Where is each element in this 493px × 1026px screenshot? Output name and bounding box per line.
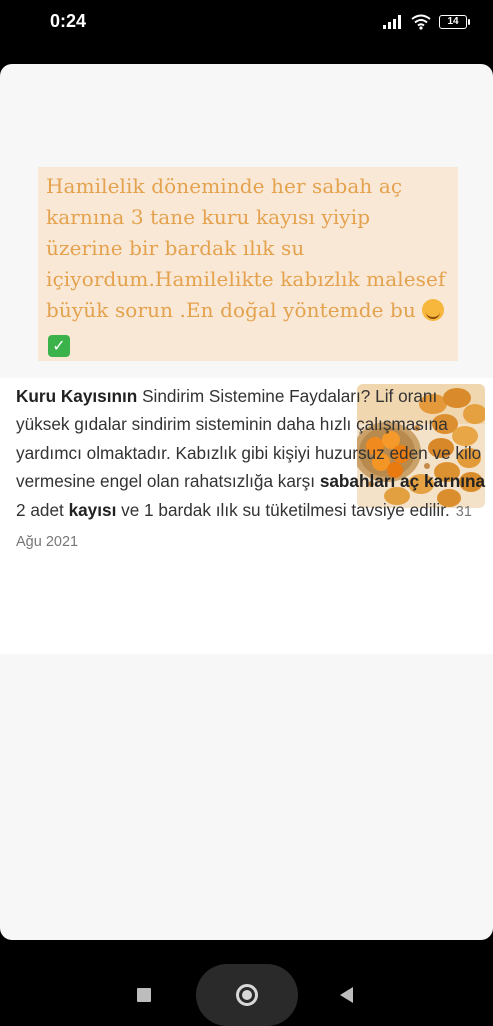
caption-text: Hamilelik döneminde her sabah aç karnına…: [46, 171, 450, 357]
caption-box: Hamilelik döneminde her sabah aç karnına…: [38, 167, 458, 361]
snippet-bold-2: sabahları aç karnına: [319, 471, 486, 492]
battery-level: 14: [447, 16, 459, 27]
snippet-part-3: ve 1 bardak ılık su tüketilmesi tavsiye …: [116, 499, 450, 520]
snippet-bold-3: kayısı: [68, 499, 117, 520]
check-mark-button-icon: ✓: [48, 335, 70, 357]
back-triangle-icon[interactable]: [340, 987, 353, 1003]
status-icons: 14: [383, 12, 470, 32]
status-bar: 0:24 14: [0, 0, 493, 44]
snippet-text: Kuru Kayısının Sindirim Sistemine Faydal…: [16, 382, 486, 556]
recents-square-icon[interactable]: [137, 988, 151, 1002]
home-circle-icon: [236, 984, 258, 1006]
story-card[interactable]: Hamilelik döneminde her sabah aç karnına…: [0, 64, 493, 940]
snippet-title: Kuru Kayısının: [16, 386, 138, 406]
battery-icon: 14: [439, 15, 470, 29]
home-button[interactable]: [196, 964, 298, 1026]
smiling-face-with-hearts-icon: [421, 299, 444, 321]
snippet-part-2: 2 adet: [16, 499, 69, 520]
signal-icon: [383, 15, 401, 29]
navigation-bar: [0, 940, 493, 1026]
caption-body: Hamilelik döneminde her sabah aç karnına…: [46, 174, 446, 322]
search-snippet: Kuru Kayısının Sindirim Sistemine Faydal…: [0, 378, 493, 654]
wifi-icon: [411, 14, 431, 30]
status-time: 0:24: [50, 11, 87, 31]
